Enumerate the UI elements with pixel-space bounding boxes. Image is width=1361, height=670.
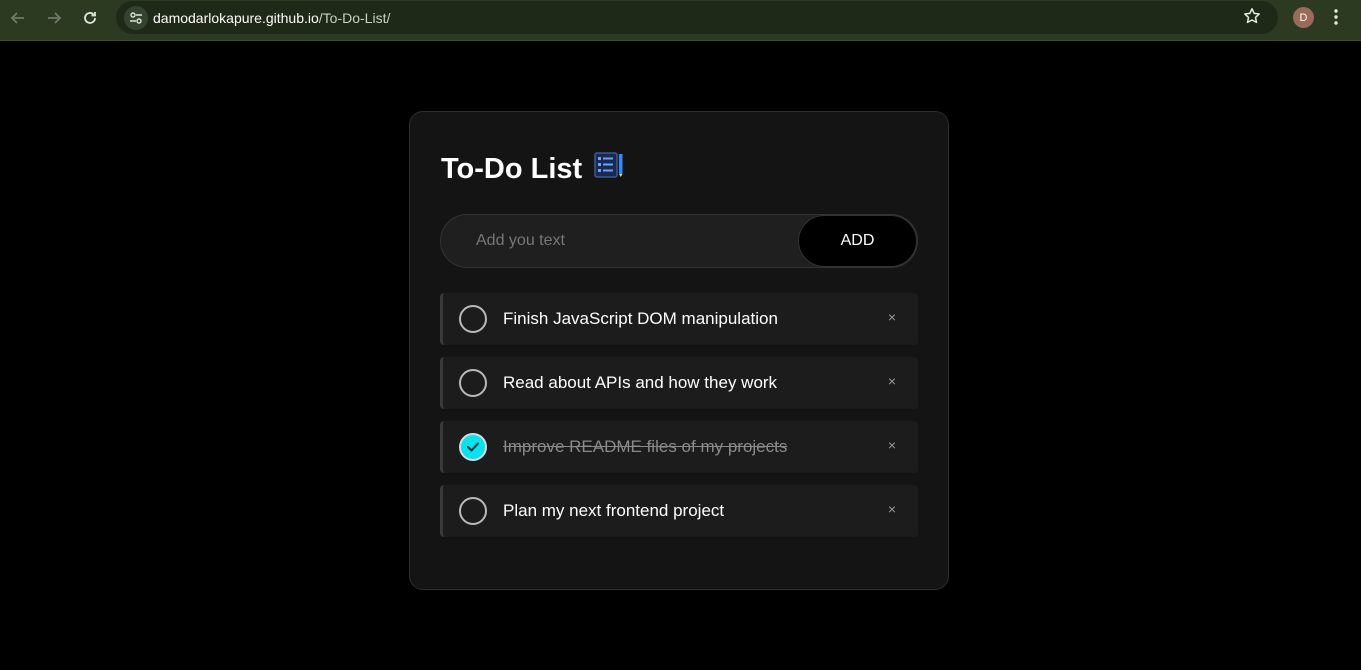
- todo-card: To-Do List ADD Finish JavaScript DOM man…: [409, 111, 949, 590]
- task-item[interactable]: Read about APIs and how they work ×: [440, 357, 918, 409]
- task-item-completed[interactable]: Improve README files of my projects ×: [440, 421, 918, 473]
- task-item[interactable]: Finish JavaScript DOM manipulation ×: [440, 293, 918, 345]
- browser-menu-icon[interactable]: [1333, 7, 1339, 32]
- bookmark-star-icon[interactable]: [1243, 7, 1261, 30]
- forward-icon[interactable]: [41, 5, 67, 31]
- task-checkbox-unchecked[interactable]: [459, 369, 487, 397]
- title-text: To-Do List: [441, 152, 583, 185]
- task-text: Plan my next frontend project: [503, 501, 725, 520]
- remove-task-icon[interactable]: ×: [888, 501, 896, 517]
- task-text: Read about APIs and how they work: [503, 373, 778, 392]
- page-title: To-Do List: [441, 152, 624, 186]
- add-button[interactable]: ADD: [798, 215, 917, 267]
- remove-task-icon[interactable]: ×: [888, 437, 896, 453]
- task-item[interactable]: Plan my next frontend project ×: [440, 485, 918, 537]
- profile-avatar[interactable]: D: [1293, 7, 1314, 28]
- task-checkbox-unchecked[interactable]: [459, 305, 487, 333]
- task-list: Finish JavaScript DOM manipulation × Rea…: [440, 293, 918, 549]
- task-input[interactable]: [441, 215, 801, 267]
- task-text: Finish JavaScript DOM manipulation: [503, 309, 778, 328]
- address-bar[interactable]: damodarlokapure.github.io/To-Do-List/: [116, 1, 1278, 34]
- back-icon[interactable]: [5, 5, 31, 31]
- checkmark-icon: [467, 442, 479, 452]
- reload-icon[interactable]: [77, 5, 103, 31]
- remove-task-icon[interactable]: ×: [888, 309, 896, 325]
- browser-toolbar: damodarlokapure.github.io/To-Do-List/ D: [0, 0, 1361, 41]
- checklist-emoji-icon: [594, 152, 624, 186]
- remove-task-icon[interactable]: ×: [888, 373, 896, 389]
- task-text: Improve README files of my projects: [503, 437, 788, 456]
- task-checkbox-checked[interactable]: [459, 433, 487, 461]
- add-task-form: ADD: [440, 214, 918, 268]
- site-settings-icon[interactable]: [124, 6, 148, 30]
- url-text[interactable]: damodarlokapure.github.io/To-Do-List/: [153, 10, 390, 26]
- task-checkbox-unchecked[interactable]: [459, 497, 487, 525]
- url-host: damodarlokapure.github.io: [153, 10, 319, 26]
- url-path: /To-Do-List/: [318, 10, 391, 26]
